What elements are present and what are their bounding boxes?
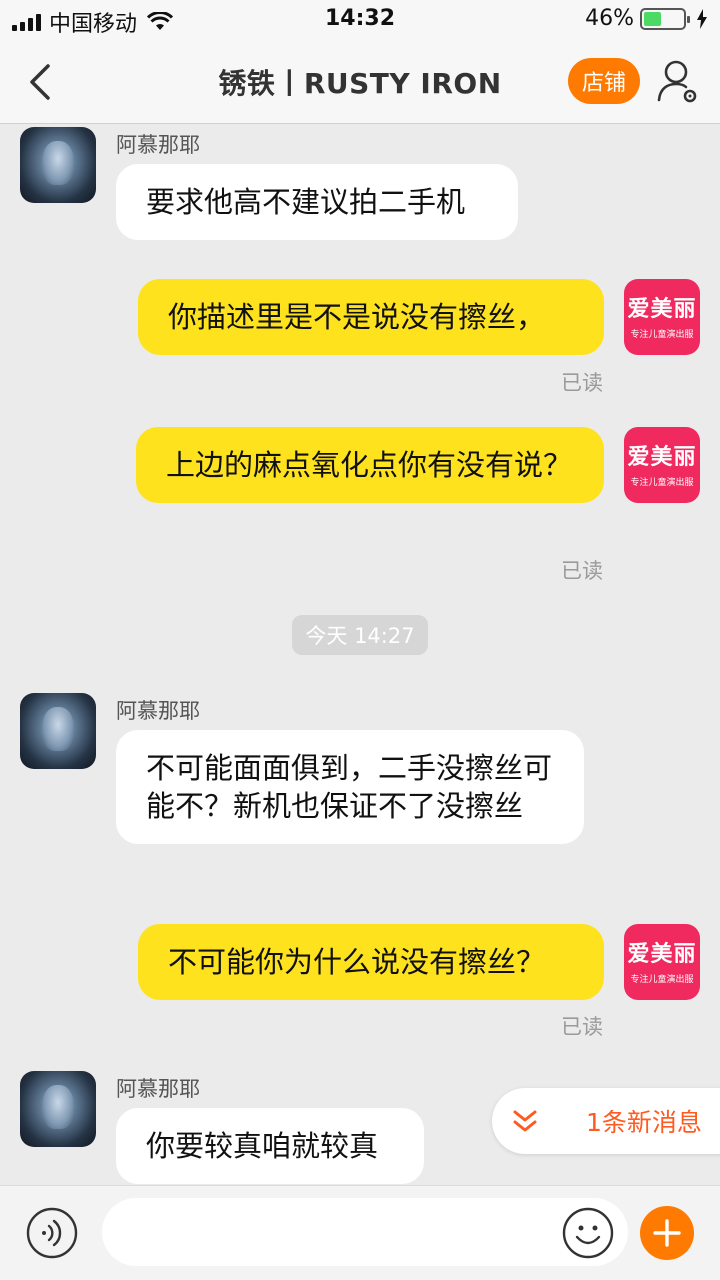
self-avatar[interactable]: 爱美丽 专注儿童演出服 bbox=[624, 924, 700, 1000]
outgoing-message-bubble[interactable]: 不可能你为什么说没有擦丝？ bbox=[138, 924, 604, 1000]
self-avatar-tagline: 专注儿童演出服 bbox=[630, 478, 694, 488]
battery-level bbox=[644, 11, 662, 26]
battery-icon bbox=[640, 7, 690, 30]
read-status: 已读 bbox=[561, 1015, 603, 1039]
shop-button[interactable]: 店铺 bbox=[568, 58, 640, 104]
read-status: 已读 bbox=[561, 371, 603, 395]
chevrons-down-icon bbox=[513, 1110, 537, 1132]
self-avatar-brand: 爱美丽 bbox=[627, 445, 697, 470]
self-avatar-tagline: 专注儿童演出服 bbox=[630, 975, 694, 985]
status-right: 46% bbox=[585, 6, 708, 31]
new-message-label: 1条新消息 bbox=[586, 1108, 702, 1137]
time-divider: 今天 14:27 bbox=[292, 615, 428, 655]
user-settings-icon[interactable] bbox=[656, 58, 700, 104]
self-avatar-tagline: 专注儿童演出服 bbox=[630, 330, 694, 340]
sender-name: 阿慕那耶 bbox=[116, 133, 200, 157]
more-options-button[interactable] bbox=[640, 1206, 694, 1260]
sender-name: 阿慕那耶 bbox=[116, 699, 200, 723]
incoming-message-bubble[interactable]: 要求他高不建议拍二手机 bbox=[116, 164, 518, 240]
outgoing-message-bubble[interactable]: 上边的麻点氧化点你有没有说？ bbox=[136, 427, 604, 503]
new-message-button[interactable]: 1条新消息 bbox=[492, 1088, 720, 1154]
self-avatar-brand: 爱美丽 bbox=[627, 942, 697, 967]
peer-avatar[interactable] bbox=[20, 1071, 96, 1147]
incoming-message-bubble[interactable]: 不可能面面俱到，二手没擦丝可能不？新机也保证不了没擦丝 bbox=[116, 730, 584, 844]
voice-input-icon[interactable] bbox=[26, 1207, 78, 1259]
self-avatar[interactable]: 爱美丽 专注儿童演出服 bbox=[624, 427, 700, 503]
self-avatar[interactable]: 爱美丽 专注儿童演出服 bbox=[624, 279, 700, 355]
emoji-icon[interactable] bbox=[562, 1207, 614, 1259]
input-bar bbox=[0, 1185, 720, 1280]
chat-list[interactable]: 阿慕那耶 要求他高不建议拍二手机 你描述里是不是说没有擦丝， 爱美丽 专注儿童演… bbox=[0, 125, 720, 1185]
status-bar: 中国移动 14:32 46% bbox=[0, 0, 720, 40]
sender-name: 阿慕那耶 bbox=[116, 1077, 200, 1101]
charging-bolt-icon bbox=[697, 8, 707, 29]
battery-percent: 46% bbox=[585, 6, 634, 31]
self-avatar-brand: 爱美丽 bbox=[627, 297, 697, 322]
read-status: 已读 bbox=[561, 559, 603, 583]
nav-bar: 锈铁丨RUSTY IRON 店铺 bbox=[0, 40, 720, 124]
plus-icon bbox=[653, 1219, 681, 1247]
peer-avatar[interactable] bbox=[20, 127, 96, 203]
outgoing-message-bubble[interactable]: 你描述里是不是说没有擦丝， bbox=[138, 279, 604, 355]
message-input[interactable] bbox=[102, 1198, 628, 1266]
incoming-message-bubble[interactable]: 你要较真咱就较真 bbox=[116, 1108, 424, 1184]
peer-avatar[interactable] bbox=[20, 693, 96, 769]
